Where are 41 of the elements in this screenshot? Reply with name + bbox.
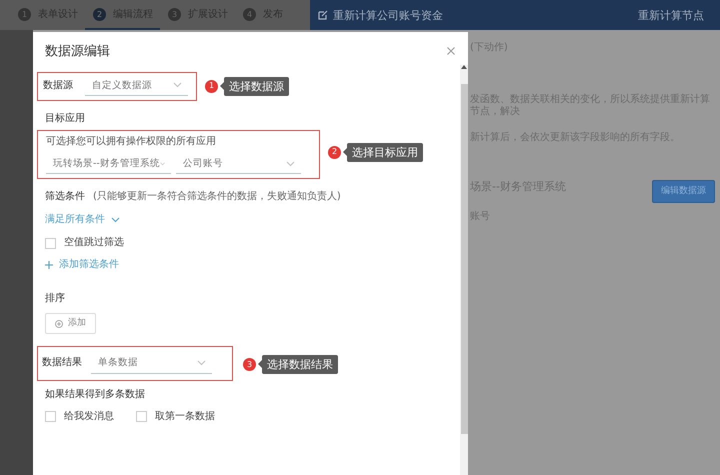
plus-circle-icon xyxy=(55,320,63,328)
select-field[interactable]: 自定义数据源 xyxy=(85,76,188,96)
chevron-down-icon xyxy=(160,160,165,167)
select-field[interactable]: 单条数据 xyxy=(91,353,212,374)
checkbox[interactable] xyxy=(45,238,56,249)
section-label: 筛选条件 xyxy=(45,191,85,204)
scrollbar-thumb[interactable] xyxy=(460,84,468,434)
checkbox-label: 取第一条数据 xyxy=(155,410,215,423)
chevron-down-icon xyxy=(286,160,295,167)
checkbox-label: 空值跳过筛选 xyxy=(64,237,124,250)
note-text: (只能够更新一条符合筛选条件的数据，失败通知负责人) xyxy=(93,191,341,204)
plus-icon xyxy=(45,261,53,270)
field-label: 数据结果 xyxy=(42,357,82,370)
step-number: 2 xyxy=(93,8,106,20)
chevron-down-icon xyxy=(111,217,120,224)
select-field[interactable]: 公司账号 xyxy=(176,154,301,174)
add-filter-link[interactable]: 添加筛选条件 xyxy=(45,259,119,272)
checkbox-label: 给我发消息 xyxy=(64,410,114,423)
edit-data-source-button[interactable]: 编辑数据源 xyxy=(652,180,715,203)
section-label: 目标应用 xyxy=(45,112,86,125)
match-dropdown[interactable]: 满足所有条件 xyxy=(45,214,120,226)
scrollbar[interactable] xyxy=(460,65,468,475)
section-label: 排序 xyxy=(45,293,66,306)
add-sort-button[interactable]: 添加 xyxy=(45,313,96,334)
page-title: 重新计算公司账号资金 xyxy=(333,8,443,22)
scroll-up-icon[interactable] xyxy=(461,65,467,69)
dialog-title: 数据源编辑 xyxy=(45,44,110,60)
checkbox[interactable] xyxy=(45,411,56,422)
step-badge: 3 xyxy=(243,358,256,371)
section-label: 如果结果得到多条数据 xyxy=(45,388,146,401)
field-label: 数据源 xyxy=(43,80,73,92)
chevron-down-icon xyxy=(197,360,206,366)
checkbox[interactable] xyxy=(136,411,147,422)
step-badge: 1 xyxy=(205,80,218,93)
chevron-down-icon xyxy=(173,82,182,88)
edit-icon xyxy=(318,10,328,20)
close-button[interactable] xyxy=(446,44,456,54)
node-type-label: 重新计算节点 xyxy=(638,8,704,22)
hint-text: 可选择您可以拥有操作权限的所有应用 xyxy=(46,136,217,148)
select-field[interactable]: 玩转场景--财务管理系统 xyxy=(46,154,171,174)
step-badge: 2 xyxy=(328,146,341,159)
